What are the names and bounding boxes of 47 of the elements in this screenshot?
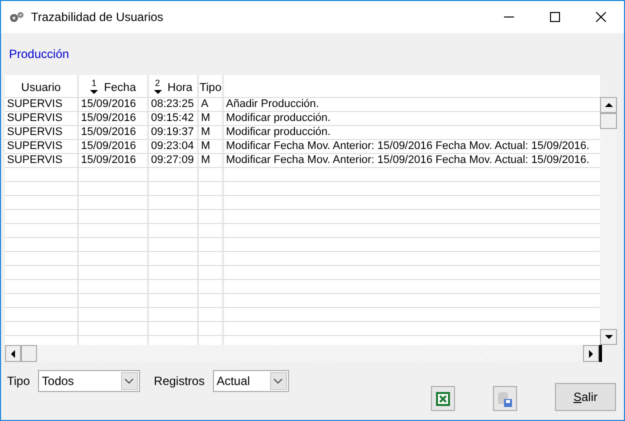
table-cell-text: Añadir Producción. xyxy=(225,98,320,111)
dropdown[interactable]: Todos xyxy=(38,370,140,392)
table-cell: 08:23:25 xyxy=(149,98,199,111)
horizontal-scrollbar[interactable] xyxy=(5,345,602,362)
table-cell: M xyxy=(199,112,224,125)
save-database-button[interactable] xyxy=(493,386,517,411)
table-cell: M xyxy=(199,140,224,153)
chevron-down-icon xyxy=(124,378,134,384)
close-icon[interactable] xyxy=(596,12,606,22)
table-cell: 09:15:42 xyxy=(149,112,199,125)
vertical-scrollbar[interactable] xyxy=(600,75,617,345)
table-cell: 15/09/2016 xyxy=(79,98,149,111)
table-cell: SUPERVIS xyxy=(5,98,79,111)
table-cell: SUPERVIS xyxy=(5,112,79,125)
table-cell: M xyxy=(199,126,224,139)
section-link[interactable]: Producción xyxy=(9,47,70,61)
table-cell: 15/09/2016 xyxy=(79,140,149,153)
table-cell: 09:23:04 xyxy=(149,140,199,153)
maximize-icon[interactable] xyxy=(550,12,560,22)
table-cell-text: Modificar producción. xyxy=(225,112,332,125)
excel-export-button[interactable] xyxy=(431,386,455,411)
column-header[interactable]: 1 Fecha xyxy=(79,75,149,97)
table-cell: SUPERVIS xyxy=(5,154,79,167)
table-cell: 09:27:09 xyxy=(149,154,199,167)
column-header[interactable]: 2 Hora xyxy=(149,75,199,97)
table-cell-text: Modificar Fecha Mov. Anterior: 15/09/2016 Fecha Mov. Actual: 15/09/2016. xyxy=(225,140,590,153)
exit-button[interactable]: Salir xyxy=(555,383,616,411)
dropdown[interactable]: Actual xyxy=(212,370,289,392)
table-cell: A xyxy=(199,98,224,111)
column-header[interactable]: Tipo xyxy=(199,75,224,97)
filter-label: Registros xyxy=(154,374,205,388)
gears-icon xyxy=(9,11,25,23)
table-cell: SUPERVIS xyxy=(5,140,79,153)
column-header[interactable]: Usuario xyxy=(5,75,79,97)
table-cell: 15/09/2016 xyxy=(79,154,149,167)
table-cell: 15/09/2016 xyxy=(79,112,149,125)
table-cell: SUPERVIS xyxy=(5,126,79,139)
chevron-down-icon xyxy=(273,378,284,384)
spreadsheet-icon xyxy=(435,390,451,406)
table-cell: 09:19:37 xyxy=(149,126,199,139)
window-title: Trazabilidad de Usuarios xyxy=(31,10,164,24)
table-cell: 15/09/2016 xyxy=(79,126,149,139)
table-cell-text: Modificar Fecha Mov. Anterior: 15/09/2016 Fecha Mov. Actual: 15/09/2016. xyxy=(225,154,590,167)
filter-label: Tipo xyxy=(7,374,30,388)
table-cell-text: Modificar producción. xyxy=(225,126,332,139)
table-cell: M xyxy=(199,154,224,167)
database-save-icon xyxy=(496,390,514,408)
